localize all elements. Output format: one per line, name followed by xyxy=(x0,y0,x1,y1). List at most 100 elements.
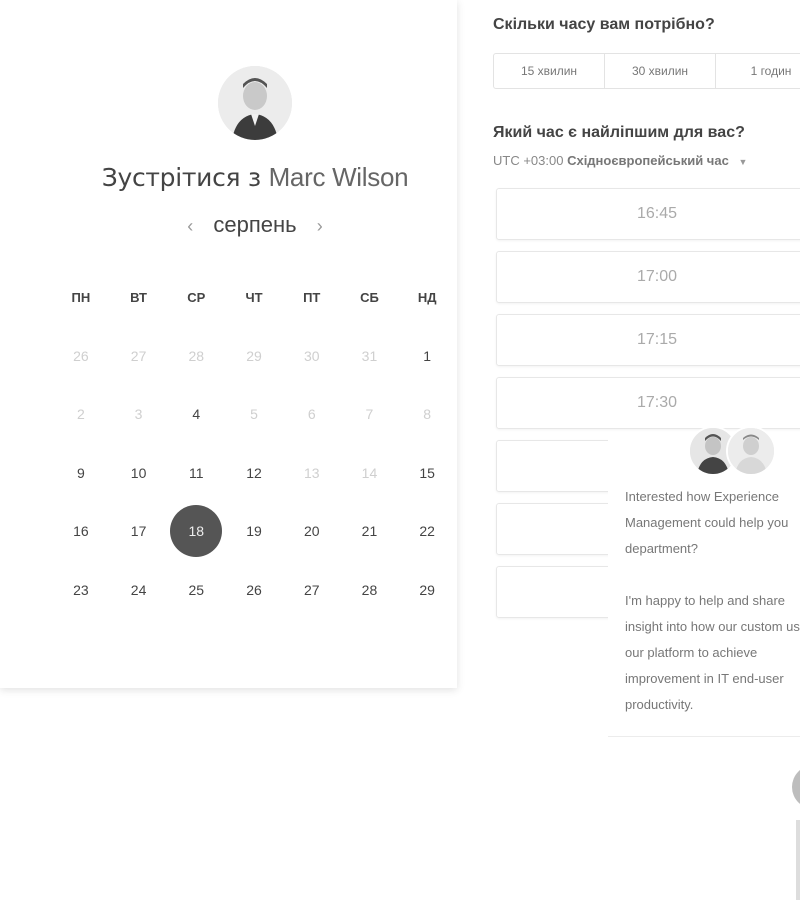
timezone-offset: UTC +03:00 xyxy=(493,153,564,168)
host-avatar xyxy=(218,66,292,140)
time-slot[interactable]: 17:30 xyxy=(496,377,800,429)
next-month-icon[interactable]: › xyxy=(303,216,337,237)
duration-option[interactable]: 15 хвилин xyxy=(494,54,605,88)
weekday-label: СБ xyxy=(360,289,379,305)
calendar-day: 28 xyxy=(167,348,225,364)
calendar-week: 16 17 18 19 20 21 22 xyxy=(52,502,456,561)
weekday-label: ПН xyxy=(71,289,91,305)
host-name: Marc Wilson xyxy=(268,162,409,192)
day-number: 24 xyxy=(130,581,147,598)
calendar-day: 14 xyxy=(341,465,399,481)
calendar-card: Зустрітися з Marc Wilson ‹ серпень › ПН В… xyxy=(0,0,457,688)
time-slot[interactable]: 16:45 xyxy=(496,188,800,240)
time-slot[interactable]: 17:15 xyxy=(496,314,800,366)
calendar-day[interactable]: 24 xyxy=(110,582,168,598)
day-number: 27 xyxy=(130,347,147,364)
calendar-day[interactable]: 11 xyxy=(167,465,225,481)
calendar-day: 7 xyxy=(341,406,399,422)
day-number: 18 xyxy=(170,505,223,558)
calendar-day[interactable]: 19 xyxy=(225,523,283,539)
calendar-day[interactable]: 17 xyxy=(110,523,168,539)
weekday-label: СР xyxy=(187,289,206,305)
calendar-day[interactable]: 12 xyxy=(225,465,283,481)
day-number: 7 xyxy=(365,406,374,423)
day-number: 20 xyxy=(303,523,320,540)
calendar-grid: ПН ВТ СР ЧТ ПТ СБ НД 26 27 28 29 30 31 1 2 3 4 5 6 7 8 9 10 11… xyxy=(52,268,456,619)
day-number: 5 xyxy=(250,406,258,423)
meeting-title: Зустрітися з Marc Wilson xyxy=(0,162,510,193)
calendar-day[interactable]: 29 xyxy=(398,582,456,598)
day-number: 11 xyxy=(189,464,204,481)
duration-option[interactable]: 1 годин xyxy=(716,54,800,88)
day-number: 28 xyxy=(361,581,378,598)
time-question: Який час є найліпшим для вас? xyxy=(493,124,745,141)
day-number: 14 xyxy=(361,464,378,481)
calendar-day[interactable]: 10 xyxy=(110,465,168,481)
calendar-week: 9 10 11 12 13 14 15 xyxy=(52,444,456,503)
calendar-day[interactable]: 26 xyxy=(225,582,283,598)
chat-paragraph: Interested how Experience Management cou… xyxy=(625,489,789,556)
timezone-name: Східноєвропейський час xyxy=(567,153,729,168)
day-number: 19 xyxy=(246,523,262,540)
day-number: 26 xyxy=(73,347,89,364)
calendar-day[interactable]: 20 xyxy=(283,523,341,539)
calendar-day[interactable]: 9 xyxy=(52,465,110,481)
calendar-week: 23 24 25 26 27 28 29 xyxy=(52,561,456,620)
calendar-day[interactable]: 23 xyxy=(52,582,110,598)
duration-options: 15 хвилин 30 хвилин 1 годин xyxy=(493,53,800,89)
month-navigator: ‹ серпень › xyxy=(0,212,510,238)
calendar-day[interactable]: 22 xyxy=(398,523,456,539)
calendar-day[interactable]: 4 xyxy=(167,406,225,422)
prev-month-icon[interactable]: ‹ xyxy=(173,216,207,237)
calendar-week: 26 27 28 29 30 31 1 xyxy=(52,327,456,386)
day-number: 31 xyxy=(361,347,378,364)
day-number: 21 xyxy=(361,523,378,540)
day-number: 2 xyxy=(76,406,85,423)
timezone-selector[interactable]: UTC +03:00 Східноєвропейський час ▼ xyxy=(493,153,747,168)
day-number: 9 xyxy=(76,464,85,481)
calendar-day: 2 xyxy=(52,406,110,422)
calendar-day: 8 xyxy=(398,406,456,422)
calendar-day: 30 xyxy=(283,348,341,364)
calendar-day: 5 xyxy=(225,406,283,422)
time-slot[interactable]: 17:00 xyxy=(496,251,800,303)
calendar-day[interactable]: 15 xyxy=(398,465,456,481)
calendar-week: 2 3 4 5 6 7 8 xyxy=(52,385,456,444)
day-number: 28 xyxy=(188,347,205,364)
day-number: 23 xyxy=(73,581,89,598)
calendar-day: 31 xyxy=(341,348,399,364)
chat-paragraph: I'm happy to help and share insight into… xyxy=(625,593,800,712)
selected-day[interactable]: 18 xyxy=(167,505,225,558)
chat-popup[interactable]: Interested how Experience Management cou… xyxy=(608,426,800,737)
day-number: 6 xyxy=(307,406,316,423)
calendar-day[interactable]: 1 xyxy=(398,348,456,364)
calendar-day: 27 xyxy=(110,348,168,364)
day-number: 4 xyxy=(192,406,201,423)
calendar-day[interactable]: 16 xyxy=(52,523,110,539)
calendar-day[interactable]: 25 xyxy=(167,582,225,598)
day-number: 16 xyxy=(73,523,89,540)
day-number: 22 xyxy=(419,523,435,540)
day-number: 12 xyxy=(246,464,262,481)
calendar-day[interactable]: 27 xyxy=(283,582,341,598)
chat-launcher-button[interactable] xyxy=(792,765,800,809)
day-number: 1 xyxy=(423,347,432,364)
weekday-header: ПН ВТ СР ЧТ ПТ СБ НД xyxy=(52,268,456,327)
day-number: 10 xyxy=(130,464,147,481)
calendar-day[interactable]: 28 xyxy=(341,582,399,598)
weekday-label: ПТ xyxy=(303,289,321,305)
calendar-day: 6 xyxy=(283,406,341,422)
day-number: 30 xyxy=(303,347,320,364)
calendar-day[interactable]: 21 xyxy=(341,523,399,539)
duration-option[interactable]: 30 хвилин xyxy=(605,54,716,88)
day-number: 17 xyxy=(130,523,147,540)
page-edge xyxy=(796,820,800,900)
calendar-day: 29 xyxy=(225,348,283,364)
chat-message: Interested how Experience Management cou… xyxy=(625,484,800,744)
duration-question: Скільки часу вам потрібно? xyxy=(493,16,715,33)
calendar-day: 13 xyxy=(283,465,341,481)
agent-avatar xyxy=(726,426,776,476)
day-number: 3 xyxy=(134,406,143,423)
day-number: 29 xyxy=(419,581,435,598)
meeting-prefix: Зустрітися з xyxy=(101,163,261,192)
